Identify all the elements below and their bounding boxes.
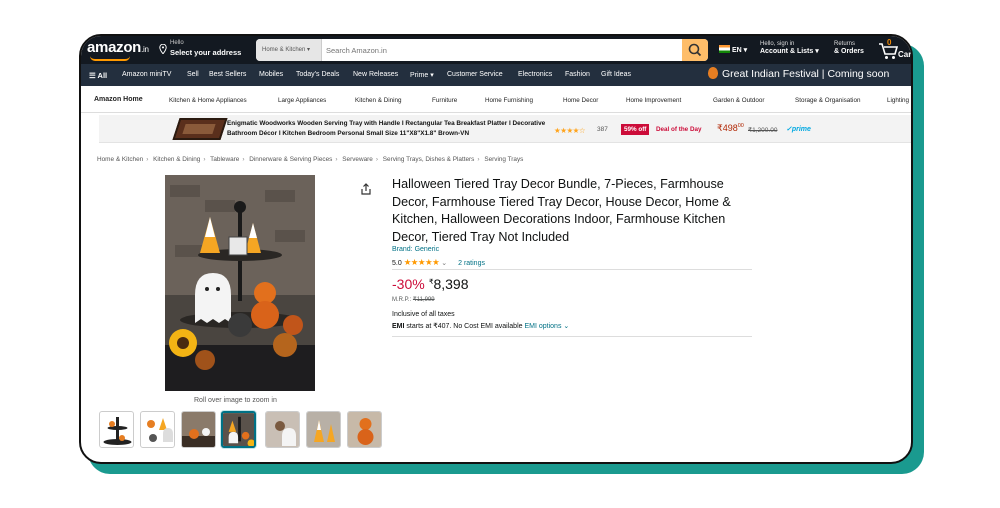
- category-kitchen-appliances[interactable]: Kitchen & Home Appliances: [169, 97, 247, 104]
- rating-value: 5.0: [392, 260, 402, 267]
- location-pin-icon: [159, 44, 167, 54]
- rating-row: 5.0 ★★★★★ ⌄ 2 ratings: [392, 257, 485, 268]
- breadcrumb-item[interactable]: Serveware: [342, 156, 373, 163]
- thumbnail-image[interactable]: [306, 411, 341, 448]
- returns-orders-link[interactable]: Returns & Orders: [834, 40, 864, 56]
- category-lighting[interactable]: Lighting: [887, 97, 909, 104]
- category-furniture[interactable]: Furniture: [432, 97, 457, 104]
- sponsored-deal-strip[interactable]: Enigmatic Woodworks Wooden Serving Tray …: [99, 115, 911, 143]
- festival-banner[interactable]: Great Indian Festival | Coming soon: [708, 67, 889, 80]
- account-menu[interactable]: Hello, sign in Account & Lists ▾: [760, 40, 819, 56]
- prime-badge: ✓prime: [786, 126, 811, 133]
- zoom-hint: Roll over image to zoom in: [194, 397, 277, 404]
- top-navbar: amazon.in Hello Select your address Home…: [81, 36, 911, 64]
- nav-item-minitv[interactable]: Amazon miniTV: [122, 71, 171, 78]
- nav-item-todays-deals[interactable]: Today's Deals: [296, 71, 339, 78]
- diya-icon: [708, 67, 718, 79]
- category-storage[interactable]: Storage & Organisation: [795, 97, 860, 104]
- category-large-appliances[interactable]: Large Appliances: [278, 97, 326, 104]
- main-product-image[interactable]: [165, 175, 315, 391]
- search-category-dropdown[interactable]: Home & Kitchen ▾: [256, 39, 322, 61]
- deal-rating-count: 387: [597, 126, 608, 133]
- thumbnail-image[interactable]: [181, 411, 216, 448]
- deal-mrp: ₹1,200.00: [748, 127, 778, 134]
- mrp-line: M.R.P.: ₹11,999: [392, 297, 435, 303]
- divider: [392, 269, 752, 270]
- category-home-improvement[interactable]: Home Improvement: [626, 97, 681, 104]
- breadcrumb: Home & Kitchen › Kitchen & Dining › Tablew…: [97, 156, 524, 163]
- thumbnail-image[interactable]: [347, 411, 382, 448]
- nav-item-customer-service[interactable]: Customer Service: [447, 71, 503, 78]
- search-bar: Home & Kitchen ▾: [256, 39, 708, 61]
- taxes-note: Inclusive of all taxes: [392, 311, 455, 318]
- product-title: Halloween Tiered Tray Decor Bundle, 7-Pi…: [392, 177, 731, 244]
- category-home-furnishing[interactable]: Home Furnishing: [485, 97, 533, 104]
- cart-count: 0: [887, 38, 892, 47]
- emi-options-link[interactable]: EMI options ⌄: [524, 323, 569, 330]
- hamburger-icon: ☰: [89, 71, 96, 80]
- breadcrumb-item[interactable]: Dinnerware & Serving Pieces: [249, 156, 332, 163]
- category-garden-outdoor[interactable]: Garden & Outdoor: [713, 97, 764, 104]
- product-price: ₹8,398: [429, 276, 469, 292]
- thumbnail-image[interactable]: [265, 411, 300, 448]
- category-bar: Amazon Home Kitchen & Home Appliances La…: [81, 86, 911, 113]
- deal-title[interactable]: Enigmatic Woodworks Wooden Serving Tray …: [227, 119, 547, 138]
- amazon-logo[interactable]: amazon.in: [87, 39, 149, 56]
- discount-percent: -30%: [392, 276, 425, 292]
- ratings-count-link[interactable]: 2 ratings: [458, 260, 485, 267]
- search-button[interactable]: [682, 39, 708, 61]
- thumbnail-image[interactable]: [140, 411, 175, 448]
- nav-item-new-releases[interactable]: New Releases: [353, 71, 398, 78]
- search-input[interactable]: [326, 39, 676, 61]
- amazon-home-link[interactable]: Amazon Home: [94, 96, 143, 103]
- nav-item-prime[interactable]: Prime ▾: [410, 71, 434, 79]
- nav-item-electronics[interactable]: Electronics: [518, 71, 552, 78]
- star-rating-icon[interactable]: ★★★★★: [404, 257, 440, 267]
- thumbnail-image[interactable]: [99, 411, 134, 448]
- nav-item-sell[interactable]: Sell: [187, 71, 199, 78]
- search-icon: [688, 43, 702, 57]
- thumbnail-image-selected[interactable]: [221, 411, 256, 448]
- deal-of-the-day-label: Deal of the Day: [656, 126, 702, 133]
- divider: [392, 336, 752, 337]
- india-flag-icon: [719, 45, 730, 53]
- category-home-decor[interactable]: Home Decor: [563, 97, 598, 104]
- breadcrumb-item[interactable]: Tableware: [210, 156, 239, 163]
- all-menu-button[interactable]: ☰ All: [89, 71, 107, 80]
- breadcrumb-item[interactable]: Serving Trays, Dishes & Platters: [383, 156, 475, 163]
- emi-info: EMI starts at ₹407. No Cost EMI availabl…: [392, 323, 570, 330]
- share-icon[interactable]: [360, 183, 372, 195]
- deal-star-rating: ★★★★☆: [554, 126, 586, 135]
- brand-link[interactable]: Brand: Generic: [392, 246, 439, 253]
- deal-product-image[interactable]: [172, 118, 228, 140]
- halloween-tray-image: [165, 175, 315, 391]
- browser-frame: amazon.in Hello Select your address Home…: [79, 34, 913, 464]
- deal-discount-badge: 59% off: [621, 124, 650, 135]
- deal-price: ₹49800: [717, 123, 744, 133]
- secondary-navbar: ☰ All Amazon miniTV Sell Best Sellers Mo…: [81, 64, 911, 86]
- breadcrumb-item[interactable]: Serving Trays: [484, 156, 523, 163]
- nav-item-gift-ideas[interactable]: Gift Ideas: [601, 71, 631, 78]
- breadcrumb-item[interactable]: Kitchen & Dining: [153, 156, 200, 163]
- language-selector[interactable]: EN ▾: [719, 45, 747, 54]
- address-selector[interactable]: Hello Select your address: [159, 39, 241, 57]
- nav-item-mobiles[interactable]: Mobiles: [259, 71, 283, 78]
- category-kitchen-dining[interactable]: Kitchen & Dining: [355, 97, 402, 104]
- breadcrumb-item[interactable]: Home & Kitchen: [97, 156, 143, 163]
- nav-item-best-sellers[interactable]: Best Sellers: [209, 71, 246, 78]
- logo-smile-icon: [90, 56, 130, 61]
- nav-item-fashion[interactable]: Fashion: [565, 71, 590, 78]
- cart-label: Cart: [898, 50, 913, 59]
- chevron-down-icon[interactable]: ⌄: [441, 260, 447, 267]
